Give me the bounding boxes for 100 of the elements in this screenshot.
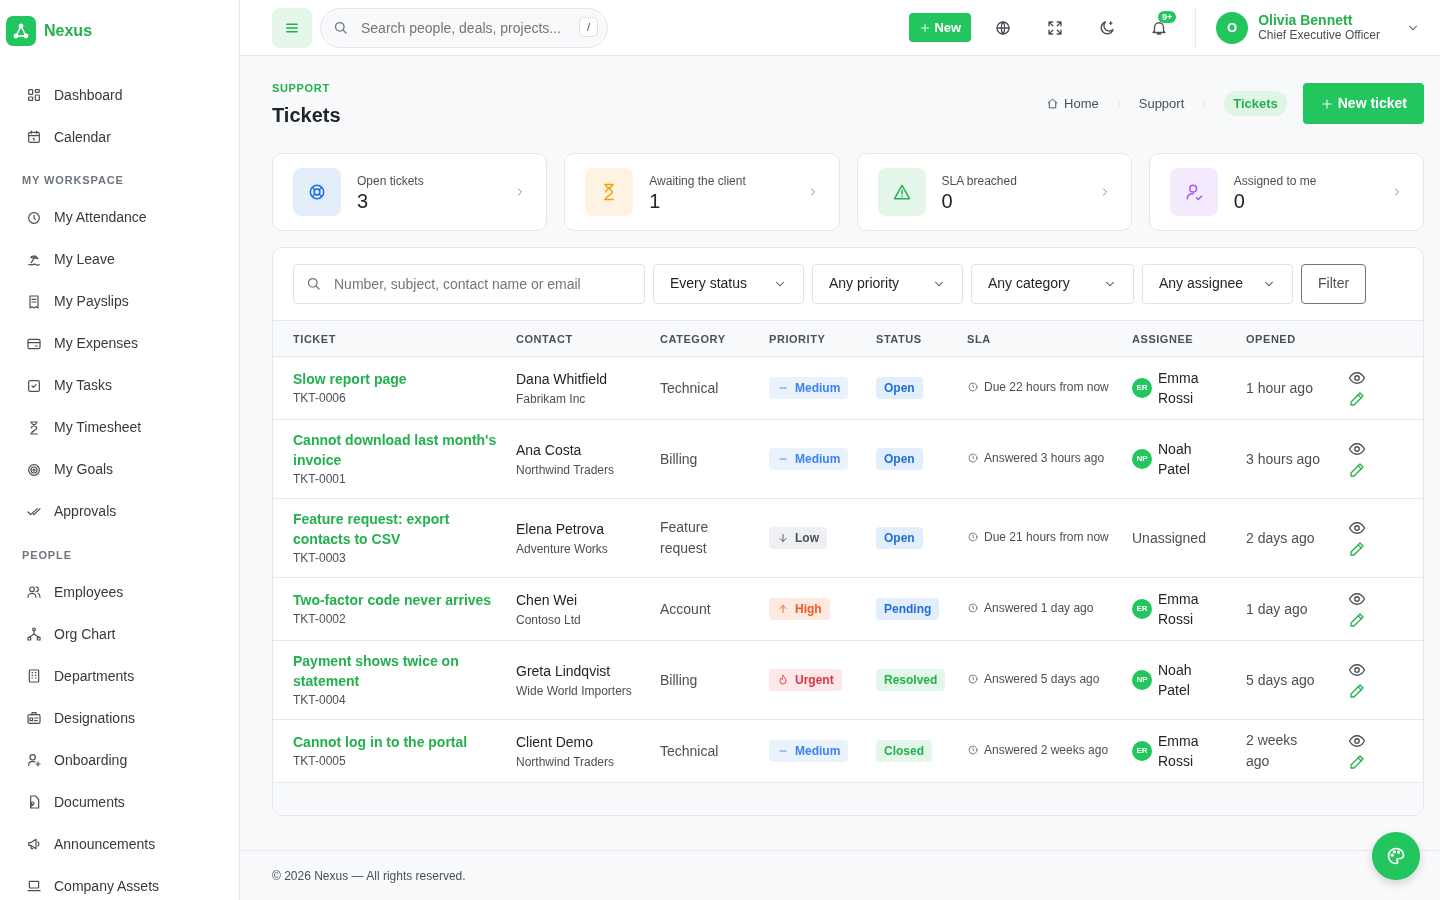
sidebar-item[interactable]: Documents (6, 781, 239, 823)
sidebar-item[interactable]: My Goals (6, 448, 239, 491)
contact-company: Northwind Traders (516, 753, 616, 771)
section-eyebrow: SUPPORT (272, 81, 331, 96)
copyright-text: © 2026 Nexus — All rights reserved. (272, 867, 466, 885)
pencil-icon (1348, 390, 1366, 409)
breadcrumb-link[interactable]: Home (1046, 93, 1099, 113)
clock-icon (967, 601, 979, 614)
pencil-icon (1348, 611, 1366, 630)
stat-card[interactable]: SLA breached 0 (856, 152, 1132, 231)
contact-name: Chen Wei (516, 590, 579, 610)
contact-name: Client Demo (516, 732, 595, 752)
users-icon (26, 584, 42, 600)
contact-company: Contoso Ltd (516, 611, 582, 629)
sidebar-item[interactable]: Approvals (6, 490, 239, 533)
ticket-search-field[interactable]: Number, subject, contact name or email (293, 263, 645, 304)
category-text: Billing (660, 450, 698, 467)
sidebar-item[interactable]: Designations (6, 697, 239, 739)
section-heading: MY WORKSPACE (21, 173, 125, 188)
expand-icon (1046, 18, 1065, 37)
status-badge: Open (876, 448, 923, 470)
sidebar-item[interactable]: My Payslips (6, 280, 239, 323)
sidebar-item[interactable]: My Leave (6, 238, 239, 281)
assignee-avatar: ER (1132, 741, 1152, 761)
clock-icon (967, 672, 979, 685)
palette-icon (1386, 846, 1406, 866)
column-header: STATUS (876, 320, 967, 357)
column-header: SLA (967, 320, 1132, 357)
user-plus-icon (26, 752, 42, 768)
assignee-name: Noah Patel (1158, 661, 1193, 700)
stat-label: SLA breached (941, 172, 1018, 190)
filter-select[interactable]: Any priority (812, 263, 963, 304)
id-badge-icon (26, 710, 42, 726)
sidebar-item[interactable]: My Expenses (6, 322, 239, 365)
sidebar-item[interactable]: Calendar (6, 116, 239, 158)
sidebar-item[interactable]: My Tasks (6, 364, 239, 407)
opened-time: 5 days ago (1246, 671, 1315, 688)
sidebar-item[interactable]: Org Chart (6, 613, 239, 655)
user-role: Chief Executive Officer (1258, 28, 1380, 43)
sidebar-item[interactable]: Onboarding (6, 739, 239, 781)
brand-name: Nexus (44, 21, 93, 41)
calendar-icon (26, 129, 42, 145)
assignee-name: Unassigned (1132, 528, 1206, 548)
clock-icon (26, 209, 42, 226)
priority-badge: Low (769, 526, 827, 549)
filter-select[interactable]: Every status (653, 263, 804, 304)
assignee-avatar: ER (1132, 599, 1152, 619)
stat-label: Open tickets (357, 172, 425, 190)
assignee-name: Noah Patel (1158, 440, 1193, 479)
contact-name: Dana Whitfield (516, 369, 609, 389)
sidebar-item[interactable]: Employees (6, 571, 239, 613)
stat-card[interactable]: Open tickets 3 (272, 152, 548, 231)
pencil-icon (1348, 753, 1366, 772)
category-text: Account (660, 600, 711, 617)
opened-time: 2 days ago (1246, 529, 1315, 546)
pencil-icon (1348, 540, 1366, 559)
stat-value: 3 (357, 189, 370, 212)
sla-text: Answered 2 weeks ago (967, 740, 1109, 759)
sidebar-item[interactable]: Company Assets (6, 865, 239, 900)
clock-icon (967, 380, 979, 393)
sidebar-item[interactable]: My Timesheet (6, 406, 239, 449)
sidebar-item[interactable]: Announcements (6, 823, 239, 865)
sidebar-item[interactable]: Dashboard (6, 74, 239, 116)
opened-time: 1 hour ago (1246, 379, 1313, 396)
stat-card[interactable]: Awaiting the client 1 (564, 152, 840, 231)
column-header: ASSIGNEE (1132, 320, 1246, 357)
opened-time: 2 weeks ago (1246, 732, 1298, 769)
contact-company: Wide World Importers (516, 682, 633, 700)
moon-icon (1098, 18, 1117, 37)
section-heading: PEOPLE (21, 547, 73, 563)
plus-icon (918, 22, 931, 35)
pencil-icon (1348, 461, 1366, 480)
priority-badge: Medium (769, 376, 849, 399)
opened-time: 3 hours ago (1246, 450, 1320, 467)
filter-select[interactable]: Any category (971, 263, 1134, 304)
sidebar-item[interactable]: Departments (6, 655, 239, 697)
arrow-up-icon (777, 602, 789, 615)
clock-icon (967, 743, 979, 756)
column-header: TICKET (273, 320, 516, 357)
megaphone-icon (26, 836, 42, 852)
receipt-icon (26, 293, 42, 310)
grid-icon (26, 87, 42, 103)
assignee-avatar: NP (1132, 670, 1152, 690)
status-badge: Closed (876, 740, 932, 762)
stat-value: 0 (941, 189, 954, 212)
filter-button[interactable]: Filter (1301, 263, 1367, 304)
filter-select[interactable]: Any assignee (1142, 263, 1293, 304)
category-text: Billing (660, 671, 698, 688)
category-text: Feature request (660, 519, 709, 556)
stat-value: 1 (649, 189, 662, 212)
column-header: CONTACT (516, 320, 660, 357)
assignee-avatar: NP (1132, 449, 1152, 469)
sidebar-item[interactable]: My Attendance (6, 196, 239, 239)
clock-icon (967, 451, 979, 464)
status-badge: Open (876, 377, 923, 399)
stat-card[interactable]: Assigned to me 0 (1148, 152, 1424, 231)
stat-label: Assigned to me (1233, 172, 1318, 190)
priority-badge: Medium (769, 447, 849, 470)
opened-time: 1 day ago (1246, 600, 1308, 617)
breadcrumb-link[interactable]: Support (1138, 93, 1185, 113)
